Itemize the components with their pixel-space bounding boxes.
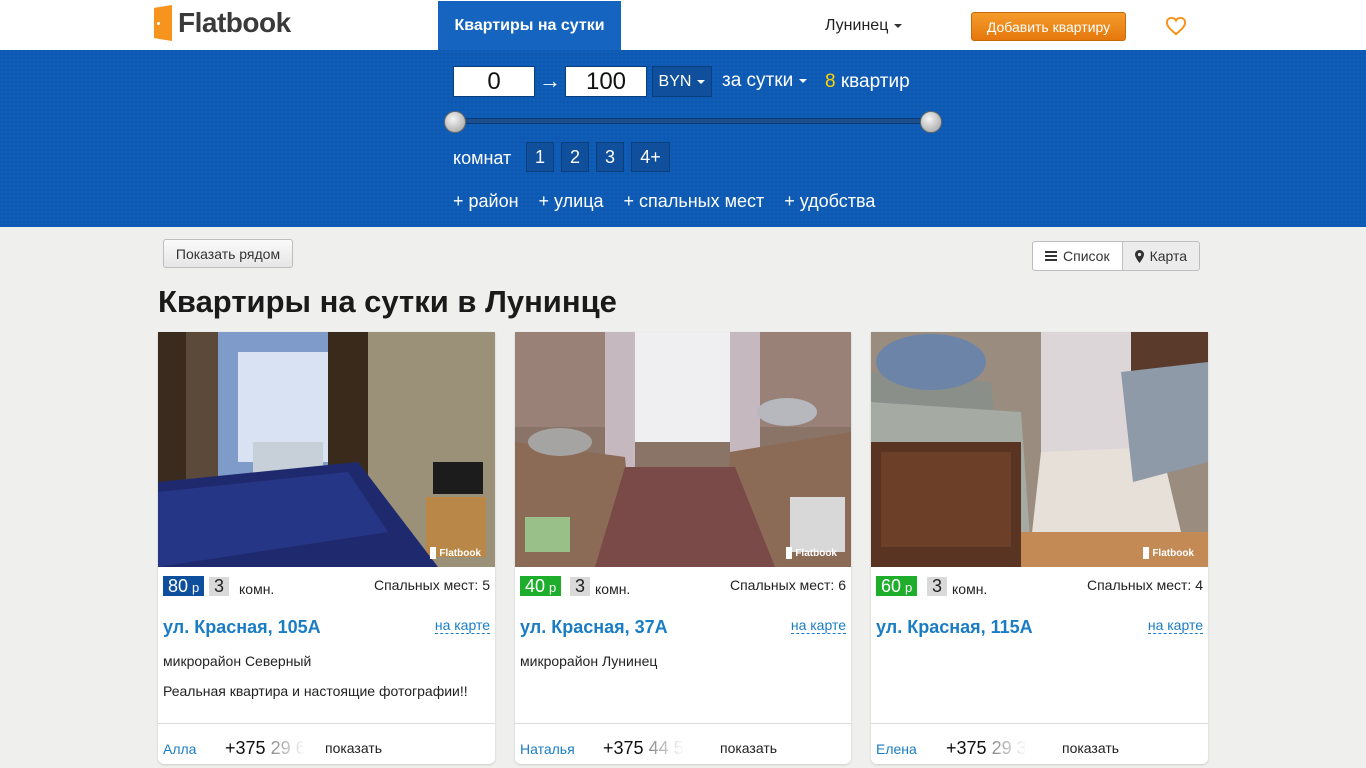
results-count-number: 8 (825, 71, 836, 92)
show-nearby-button[interactable]: Показать рядом (163, 239, 293, 268)
listing-photo[interactable]: Flatbook (871, 332, 1208, 567)
rooms-badge: 3 (927, 577, 948, 596)
price-badge: 60 р (876, 576, 918, 596)
rooms-label: комн. (239, 581, 275, 597)
price-currency: р (192, 580, 200, 595)
add-apartment-button[interactable]: Добавить квартиру (971, 12, 1126, 41)
nav-tab-apartments[interactable]: Квартиры на сутки (438, 1, 621, 50)
extra-filters: + район + улица + спальных мест + удобст… (453, 191, 875, 212)
show-phone-button[interactable]: показать (1062, 740, 1119, 756)
price-value: 60 (881, 576, 902, 596)
price-value: 80 (168, 576, 189, 596)
price-slider-track[interactable] (455, 118, 931, 124)
list-icon (1045, 251, 1057, 261)
currency-label: BYN (658, 72, 692, 90)
watermark: Flatbook (786, 547, 837, 559)
beds-count: Спальных мест: 6 (729, 577, 846, 593)
phone-number: +375 44 5 (603, 738, 684, 758)
caret-down-icon (894, 24, 903, 28)
phone-number: +375 29 6 (225, 738, 303, 759)
price-slider-min-handle[interactable] (444, 111, 466, 133)
owner-name-link[interactable]: Алла (163, 741, 196, 757)
page-title: Квартиры на сутки в Лунинце (158, 284, 617, 319)
currency-selector[interactable]: BYN (652, 66, 712, 97)
listing-card[interactable]: Flatbook 40 р 3 комн. Спальных мест: 6 у… (515, 332, 851, 764)
listing-card[interactable]: Flatbook 60 р 3 комн. Спальных мест: 4 у… (871, 332, 1208, 764)
on-map-link[interactable]: на карте (1147, 617, 1203, 634)
beds-count: Спальных мест: 4 (1086, 577, 1203, 593)
results-count: 8 квартир (825, 71, 910, 93)
price-value: 40 (525, 576, 546, 596)
on-map-link[interactable]: на карте (790, 617, 846, 634)
watermark: Flatbook (1143, 547, 1194, 559)
range-arrow: → (539, 68, 561, 93)
logo-text: Flatbook (178, 7, 291, 38)
rooms-badge: 3 (209, 577, 230, 596)
rooms-label: комн. (952, 581, 988, 597)
caret-down-icon (697, 79, 706, 84)
list-view-label: Список (1063, 248, 1110, 264)
listing-photo[interactable]: Flatbook (158, 332, 495, 567)
rooms-label: комн. (595, 581, 631, 597)
watermark: Flatbook (430, 547, 481, 559)
city-selector[interactable]: Лунинец (825, 17, 903, 35)
listing-district: микрорайон Северный (163, 653, 312, 669)
listing-description: Реальная квартира и настоящие фотографии… (163, 683, 468, 699)
period-selector[interactable]: за сутки (722, 70, 808, 92)
beds-count: Спальных мест: 5 (373, 577, 490, 593)
owner-name-link[interactable]: Наталья (520, 741, 575, 757)
phone-number: +375 29 3 (946, 738, 1027, 758)
city-label: Лунинец (825, 17, 889, 34)
view-toggle: Список Карта (1032, 241, 1201, 271)
filter-panel: 0 → 100 BYN за сутки 8 квартир комнат 1 … (0, 50, 1366, 227)
filter-amenities-link[interactable]: + удобства (784, 191, 875, 212)
rooms-button-2[interactable]: 2 (561, 142, 589, 172)
listing-district: микрорайон Лунинец (520, 653, 658, 669)
price-slider-range (455, 119, 931, 123)
heart-icon[interactable] (1165, 16, 1187, 36)
owner-name-link[interactable]: Елена (876, 741, 917, 757)
listing-address-link[interactable]: ул. Красная, 37А (520, 617, 668, 638)
filter-street-link[interactable]: + улица (539, 191, 604, 212)
price-currency: р (549, 580, 557, 595)
listing-photo[interactable]: Flatbook (515, 332, 851, 567)
rooms-badge: 3 (570, 577, 591, 596)
show-phone-button[interactable]: показать (325, 740, 382, 756)
door-logo-icon (154, 5, 172, 41)
price-currency: р (905, 580, 913, 595)
price-min-input[interactable]: 0 (453, 66, 535, 97)
on-map-link[interactable]: на карте (434, 617, 490, 634)
rooms-button-1[interactable]: 1 (526, 142, 554, 172)
listing-address-link[interactable]: ул. Красная, 115А (876, 617, 1033, 638)
rooms-button-4plus[interactable]: 4+ (631, 142, 670, 172)
listing-address-link[interactable]: ул. Красная, 105А (163, 617, 321, 638)
list-view-button[interactable]: Список (1032, 241, 1123, 271)
site-header: Flatbook Квартиры на сутки Лунинец Добав… (0, 0, 1366, 50)
map-view-label: Карта (1149, 248, 1188, 264)
listing-card[interactable]: Flatbook 80 р 3 комн. Спальных мест: 5 у… (158, 332, 495, 764)
price-badge: 40 р (520, 576, 562, 596)
price-max-input[interactable]: 100 (565, 66, 647, 97)
map-view-button[interactable]: Карта (1122, 241, 1201, 271)
price-badge: 80 р (163, 576, 205, 596)
caret-down-icon (799, 79, 808, 83)
rooms-button-3[interactable]: 3 (596, 142, 624, 172)
period-label: за сутки (722, 70, 794, 91)
map-pin-icon (1134, 249, 1144, 263)
site-logo[interactable]: Flatbook (154, 4, 291, 42)
show-phone-button[interactable]: показать (720, 740, 777, 756)
results-count-label: квартир (840, 71, 910, 92)
price-slider-max-handle[interactable] (920, 111, 942, 133)
card-footer: Елена +375 29 3 показать (871, 723, 1208, 764)
filter-beds-link[interactable]: + спальных мест (624, 191, 765, 212)
rooms-label: комнат (453, 148, 512, 168)
card-footer: Алла +375 29 6 показать (158, 723, 495, 764)
card-footer: Наталья +375 44 5 показать (515, 723, 851, 764)
filter-district-link[interactable]: + район (453, 191, 519, 212)
